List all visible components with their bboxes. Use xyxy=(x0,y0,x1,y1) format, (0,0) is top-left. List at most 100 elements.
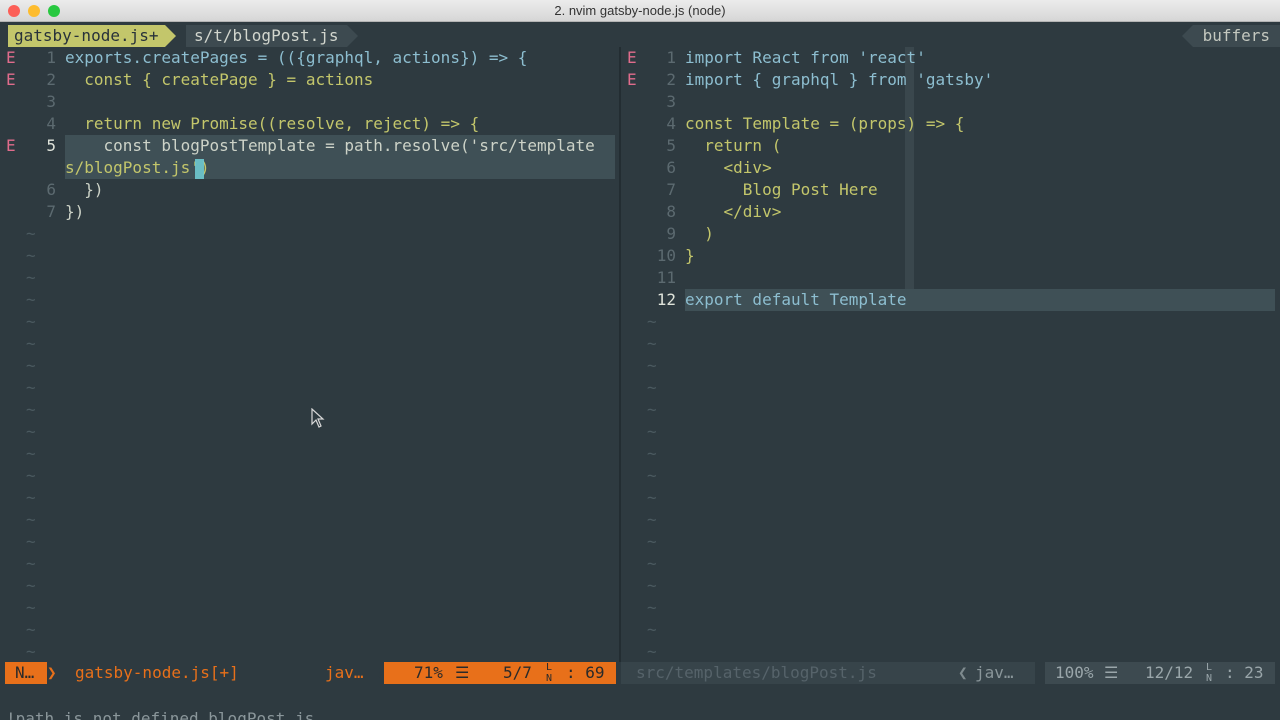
maximize-window-icon[interactable] xyxy=(48,5,60,17)
empty-line-tilde: ~ xyxy=(26,290,36,309)
code-line[interactable]: import React from 'react' xyxy=(685,47,926,69)
code-line[interactable]: return ( xyxy=(685,135,781,157)
empty-line-tilde: ~ xyxy=(647,400,657,419)
error-sign: E xyxy=(6,136,16,155)
code-line[interactable]: ) xyxy=(685,223,714,245)
code-line[interactable]: }) xyxy=(65,179,103,201)
code-line[interactable]: return new Promise((resolve, reject) => … xyxy=(65,113,479,135)
code-line[interactable]: </div> xyxy=(685,201,782,223)
window-title: 2. nvim gatsby-node.js (node) xyxy=(554,3,726,18)
empty-line-tilde: ~ xyxy=(26,400,36,419)
empty-line-tilde: ~ xyxy=(647,488,657,507)
empty-line-tilde: ~ xyxy=(26,444,36,463)
close-window-icon[interactable] xyxy=(8,5,20,17)
line-number: 1 xyxy=(666,48,676,67)
right-status-column: : 23 xyxy=(1225,663,1264,682)
right-editor-pane[interactable]: E 1 import React from 'react' E 2 import { gr… xyxy=(621,47,1280,662)
tab-gatsby-node[interactable]: gatsby-node.js+ xyxy=(8,25,175,47)
code-token: s/blogPost.js') xyxy=(65,158,210,177)
empty-line-tilde: ~ xyxy=(647,444,657,463)
code-token: return new Promise((resolve, reject) => … xyxy=(65,114,480,133)
code-line[interactable]: export default Template xyxy=(685,289,907,311)
minimize-window-icon[interactable] xyxy=(28,5,40,17)
left-status-position: 5/7 xyxy=(503,663,532,682)
empty-line-tilde: ~ xyxy=(26,598,36,617)
code-line[interactable]: const { createPage } = actions xyxy=(65,69,373,91)
code-line[interactable]: } xyxy=(685,245,695,267)
empty-line-tilde: ~ xyxy=(26,620,36,639)
error-sign: E xyxy=(627,48,637,67)
code-token: Blog Post Here xyxy=(685,180,878,199)
code-token: const Template = (props) => { xyxy=(685,114,965,133)
left-editor-pane[interactable]: E 1 exports.createPages = (({graphql, acti… xyxy=(0,47,619,662)
vim-command-line[interactable]: !path is not defined blogPost.js g xyxy=(0,686,1280,720)
empty-line-tilde: ~ xyxy=(26,488,36,507)
code-line[interactable]: }) xyxy=(65,201,84,223)
code-token: <div> xyxy=(685,158,772,177)
error-sign: E xyxy=(627,70,637,89)
mouse-pointer-icon xyxy=(311,408,325,428)
right-status-percent: 100% xyxy=(1055,663,1094,682)
code-token: const blogPostTemplate = path.resolve('s… xyxy=(65,136,595,155)
line-number: 11 xyxy=(656,268,676,287)
empty-line-tilde: ~ xyxy=(26,246,36,265)
empty-line-tilde: ~ xyxy=(647,312,657,331)
line-number: 6 xyxy=(46,180,56,199)
code-line[interactable]: exports.createPages = (({graphql, action… xyxy=(65,47,527,69)
empty-line-tilde: ~ xyxy=(647,532,657,551)
empty-line-tilde: ~ xyxy=(26,378,36,397)
empty-line-tilde: ~ xyxy=(26,510,36,529)
mode-indicator: N… xyxy=(5,662,47,684)
lines-icon: ☰ xyxy=(1104,663,1119,682)
right-status-position: 12/12 xyxy=(1145,663,1194,682)
empty-line-tilde: ~ xyxy=(26,422,36,441)
empty-line-tilde: ~ xyxy=(647,334,657,353)
left-status-filetype: jav… xyxy=(325,663,364,682)
code-line[interactable]: const Template = (props) => { xyxy=(685,113,964,135)
code-token: ) xyxy=(685,224,714,243)
line-number: 5 xyxy=(666,136,676,155)
line-number: 4 xyxy=(666,114,676,133)
empty-line-tilde: ~ xyxy=(26,554,36,573)
line-number: 5 xyxy=(46,136,56,155)
code-line[interactable]: Blog Post Here xyxy=(685,179,878,201)
right-status-filename: src/templates/blogPost.js xyxy=(636,663,877,682)
line-number: 12 xyxy=(656,290,676,309)
code-line[interactable]: s/blogPost.js') xyxy=(65,157,210,179)
line-number: 3 xyxy=(666,92,676,111)
empty-line-tilde: ~ xyxy=(26,334,36,353)
tab-blogpost[interactable]: s/t/blogPost.js xyxy=(186,25,357,47)
empty-line-tilde: ~ xyxy=(647,466,657,485)
code-line[interactable]: const blogPostTemplate = path.resolve('s… xyxy=(65,135,595,157)
empty-line-tilde: ~ xyxy=(647,620,657,639)
empty-line-tilde: ~ xyxy=(26,312,36,331)
chevron-left-icon: ❮ xyxy=(958,663,968,682)
empty-line-tilde: ~ xyxy=(26,268,36,287)
empty-line-tilde: ~ xyxy=(26,532,36,551)
separator-icon: ❯ xyxy=(47,663,57,682)
code-token: const { createPage } = actions xyxy=(65,70,374,89)
empty-line-tilde: ~ xyxy=(26,356,36,375)
text-cursor xyxy=(195,159,204,179)
right-status-filetype: jav… xyxy=(975,663,1014,682)
left-status-column: : 69 xyxy=(566,663,605,682)
code-line[interactable]: import { graphql } from 'gatsby' xyxy=(685,69,993,91)
line-number: 3 xyxy=(46,92,56,111)
window-titlebar: 2. nvim gatsby-node.js (node) xyxy=(0,0,1280,22)
code-token: </div> xyxy=(685,202,782,221)
vim-tabline: gatsby-node.js+ s/t/blogPost.js buffers xyxy=(0,25,1280,47)
line-number: 2 xyxy=(666,70,676,89)
line-number-icon: LN xyxy=(1206,662,1213,684)
empty-line-tilde: ~ xyxy=(647,554,657,573)
code-token: return ( xyxy=(685,136,782,155)
empty-line-tilde: ~ xyxy=(647,422,657,441)
empty-line-tilde: ~ xyxy=(26,466,36,485)
lines-icon: ☰ xyxy=(455,663,470,682)
code-token: import React from 'react' xyxy=(685,48,926,67)
line-number: 7 xyxy=(666,180,676,199)
code-line[interactable]: <div> xyxy=(685,157,772,179)
line-number: 1 xyxy=(46,48,56,67)
code-token: export default Template xyxy=(685,290,907,309)
vim-statusline: N… ❯ gatsby-node.js[+] jav… ❮ 71% ☰ 5/7 … xyxy=(0,662,1280,684)
line-number: 6 xyxy=(666,158,676,177)
